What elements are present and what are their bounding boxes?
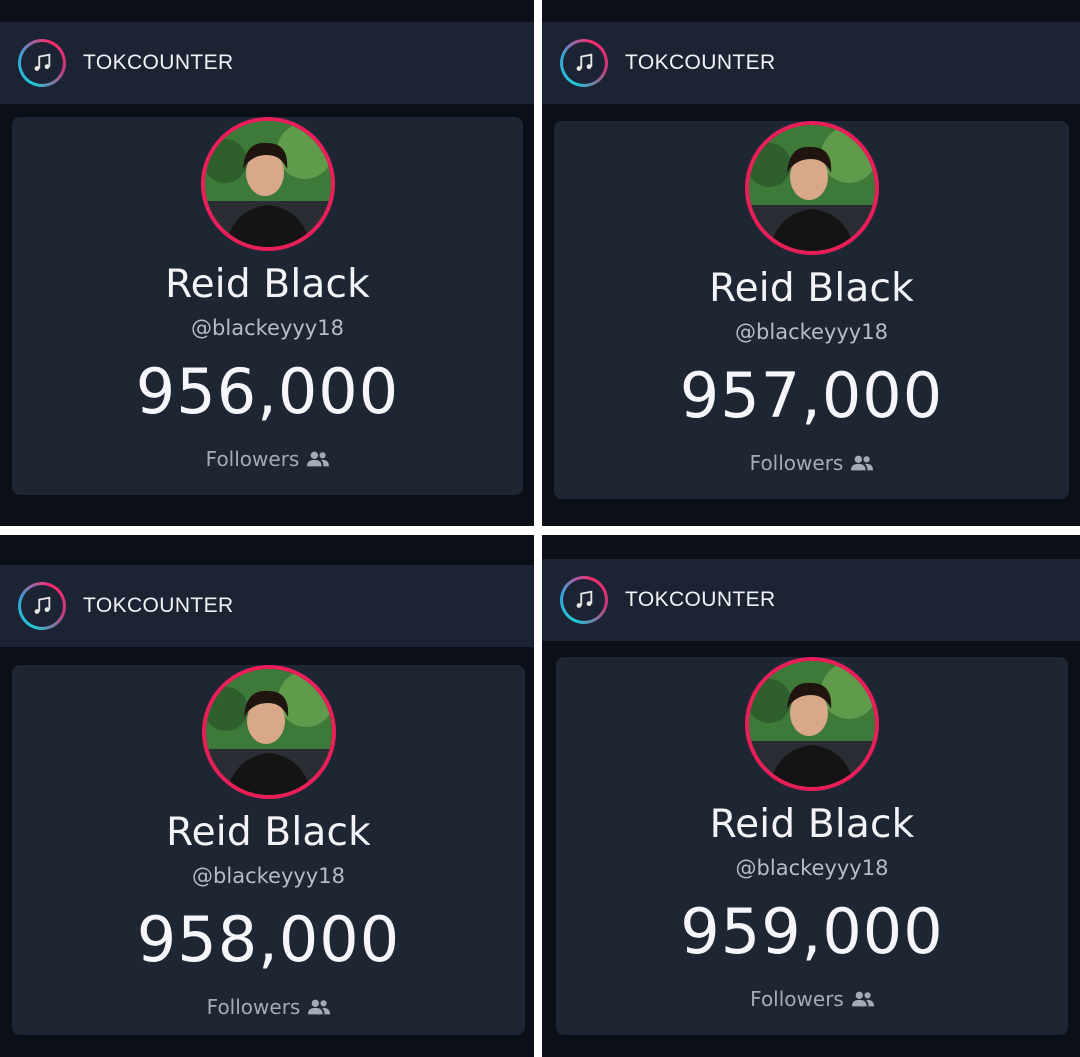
followers-label: Followers <box>750 987 874 1011</box>
avatar[interactable] <box>745 657 879 791</box>
profile-name: Reid Black <box>166 810 371 855</box>
music-note-icon[interactable] <box>560 39 608 87</box>
profile-handle: @blackeyyy18 <box>735 856 889 880</box>
follower-count: 956,000 <box>135 355 400 428</box>
music-note-icon[interactable] <box>18 39 66 87</box>
app-header: TOKCOUNTER <box>0 22 534 104</box>
brand-title[interactable]: TOKCOUNTER <box>625 51 776 75</box>
music-note-icon[interactable] <box>560 576 608 624</box>
counter-screenshot-3: TOKCOUNTER Reid Black @blackeyyy18 958,0… <box>0 535 534 1057</box>
avatar[interactable] <box>200 117 335 251</box>
users-icon <box>308 999 331 1015</box>
users-icon <box>307 451 330 467</box>
users-icon <box>851 455 874 471</box>
profile-name: Reid Black <box>709 802 915 847</box>
counter-screenshot-4: TOKCOUNTER Reid Black @blackeyyy18 959,0… <box>542 535 1080 1057</box>
avatar[interactable] <box>744 121 879 255</box>
brand-title[interactable]: TOKCOUNTER <box>625 588 776 612</box>
app-header: TOKCOUNTER <box>542 22 1080 104</box>
counter-screenshot-1: TOKCOUNTER Reid Black @blackeyyy18 956,0… <box>0 0 534 526</box>
app-header: TOKCOUNTER <box>0 565 534 647</box>
profile-name: Reid Black <box>165 262 370 307</box>
profile-handle: @blackeyyy18 <box>735 320 888 344</box>
music-note-icon[interactable] <box>18 582 66 630</box>
follower-count: 957,000 <box>679 359 944 432</box>
avatar[interactable] <box>201 665 336 799</box>
follower-count: 959,000 <box>680 895 944 968</box>
brand-title[interactable]: TOKCOUNTER <box>83 594 234 618</box>
profile-name: Reid Black <box>709 266 914 311</box>
profile-card: Reid Black @blackeyyy18 957,000 Follower… <box>554 121 1069 499</box>
profile-handle: @blackeyyy18 <box>191 316 344 340</box>
profile-card: Reid Black @blackeyyy18 959,000 Follower… <box>556 657 1068 1035</box>
followers-label: Followers <box>207 995 331 1019</box>
profile-handle: @blackeyyy18 <box>192 864 345 888</box>
app-header: TOKCOUNTER <box>542 559 1080 641</box>
users-icon <box>851 991 874 1007</box>
counter-screenshot-2: TOKCOUNTER Reid Black @blackeyyy18 957,0… <box>542 0 1080 526</box>
profile-card: Reid Black @blackeyyy18 958,000 Follower… <box>12 665 525 1035</box>
follower-count: 958,000 <box>136 903 401 976</box>
profile-card: Reid Black @blackeyyy18 956,000 Follower… <box>12 117 523 495</box>
followers-label: Followers <box>206 447 330 471</box>
brand-title[interactable]: TOKCOUNTER <box>83 51 234 75</box>
followers-label: Followers <box>750 451 874 475</box>
